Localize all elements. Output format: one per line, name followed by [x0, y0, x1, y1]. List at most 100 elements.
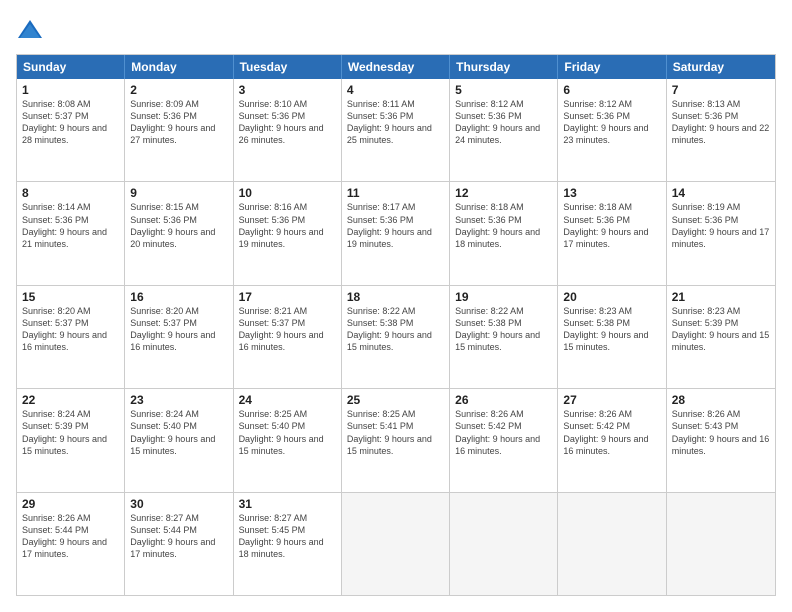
day-number: 22: [22, 393, 119, 407]
sunrise: Sunrise: 8:18 AM: [563, 202, 632, 212]
day-cell-22: 22 Sunrise: 8:24 AM Sunset: 5:39 PM Dayl…: [17, 389, 125, 491]
day-info: Sunrise: 8:25 AM Sunset: 5:40 PM Dayligh…: [239, 408, 336, 457]
sunset: Sunset: 5:37 PM: [130, 318, 197, 328]
empty-cell: [667, 493, 775, 595]
day-info: Sunrise: 8:16 AM Sunset: 5:36 PM Dayligh…: [239, 201, 336, 250]
day-number: 25: [347, 393, 444, 407]
sunrise: Sunrise: 8:14 AM: [22, 202, 91, 212]
daylight: Daylight: 9 hours and 23 minutes.: [563, 123, 648, 145]
daylight: Daylight: 9 hours and 15 minutes.: [130, 434, 215, 456]
day-info: Sunrise: 8:23 AM Sunset: 5:39 PM Dayligh…: [672, 305, 770, 354]
day-info: Sunrise: 8:14 AM Sunset: 5:36 PM Dayligh…: [22, 201, 119, 250]
sunset: Sunset: 5:36 PM: [672, 215, 739, 225]
day-cell-25: 25 Sunrise: 8:25 AM Sunset: 5:41 PM Dayl…: [342, 389, 450, 491]
day-number: 17: [239, 290, 336, 304]
day-number: 8: [22, 186, 119, 200]
weekday-header-tuesday: Tuesday: [234, 55, 342, 79]
daylight: Daylight: 9 hours and 25 minutes.: [347, 123, 432, 145]
daylight: Daylight: 9 hours and 16 minutes.: [672, 434, 770, 456]
daylight: Daylight: 9 hours and 20 minutes.: [130, 227, 215, 249]
day-info: Sunrise: 8:18 AM Sunset: 5:36 PM Dayligh…: [455, 201, 552, 250]
sunset: Sunset: 5:36 PM: [347, 215, 414, 225]
day-cell-14: 14 Sunrise: 8:19 AM Sunset: 5:36 PM Dayl…: [667, 182, 775, 284]
day-info: Sunrise: 8:20 AM Sunset: 5:37 PM Dayligh…: [22, 305, 119, 354]
day-cell-30: 30 Sunrise: 8:27 AM Sunset: 5:44 PM Dayl…: [125, 493, 233, 595]
sunset: Sunset: 5:45 PM: [239, 525, 306, 535]
daylight: Daylight: 9 hours and 26 minutes.: [239, 123, 324, 145]
day-number: 9: [130, 186, 227, 200]
empty-cell: [450, 493, 558, 595]
calendar-row-4: 22 Sunrise: 8:24 AM Sunset: 5:39 PM Dayl…: [17, 388, 775, 491]
day-number: 3: [239, 83, 336, 97]
sunrise: Sunrise: 8:17 AM: [347, 202, 416, 212]
day-cell-12: 12 Sunrise: 8:18 AM Sunset: 5:36 PM Dayl…: [450, 182, 558, 284]
day-cell-28: 28 Sunrise: 8:26 AM Sunset: 5:43 PM Dayl…: [667, 389, 775, 491]
weekday-header-thursday: Thursday: [450, 55, 558, 79]
sunrise: Sunrise: 8:23 AM: [672, 306, 741, 316]
sunset: Sunset: 5:38 PM: [563, 318, 630, 328]
sunset: Sunset: 5:37 PM: [239, 318, 306, 328]
sunrise: Sunrise: 8:22 AM: [455, 306, 524, 316]
day-number: 23: [130, 393, 227, 407]
sunrise: Sunrise: 8:26 AM: [672, 409, 741, 419]
daylight: Daylight: 9 hours and 15 minutes.: [672, 330, 770, 352]
sunset: Sunset: 5:36 PM: [239, 215, 306, 225]
sunrise: Sunrise: 8:08 AM: [22, 99, 91, 109]
daylight: Daylight: 9 hours and 21 minutes.: [22, 227, 107, 249]
day-cell-21: 21 Sunrise: 8:23 AM Sunset: 5:39 PM Dayl…: [667, 286, 775, 388]
sunset: Sunset: 5:37 PM: [22, 318, 89, 328]
sunrise: Sunrise: 8:19 AM: [672, 202, 741, 212]
day-number: 20: [563, 290, 660, 304]
sunrise: Sunrise: 8:16 AM: [239, 202, 308, 212]
sunrise: Sunrise: 8:12 AM: [563, 99, 632, 109]
day-cell-18: 18 Sunrise: 8:22 AM Sunset: 5:38 PM Dayl…: [342, 286, 450, 388]
sunrise: Sunrise: 8:20 AM: [130, 306, 199, 316]
daylight: Daylight: 9 hours and 16 minutes.: [239, 330, 324, 352]
calendar-row-1: 1 Sunrise: 8:08 AM Sunset: 5:37 PM Dayli…: [17, 79, 775, 181]
calendar-row-5: 29 Sunrise: 8:26 AM Sunset: 5:44 PM Dayl…: [17, 492, 775, 595]
day-info: Sunrise: 8:19 AM Sunset: 5:36 PM Dayligh…: [672, 201, 770, 250]
day-cell-31: 31 Sunrise: 8:27 AM Sunset: 5:45 PM Dayl…: [234, 493, 342, 595]
sunset: Sunset: 5:36 PM: [130, 111, 197, 121]
day-info: Sunrise: 8:22 AM Sunset: 5:38 PM Dayligh…: [347, 305, 444, 354]
day-cell-15: 15 Sunrise: 8:20 AM Sunset: 5:37 PM Dayl…: [17, 286, 125, 388]
empty-cell: [558, 493, 666, 595]
sunrise: Sunrise: 8:13 AM: [672, 99, 741, 109]
daylight: Daylight: 9 hours and 18 minutes.: [239, 537, 324, 559]
sunset: Sunset: 5:36 PM: [130, 215, 197, 225]
daylight: Daylight: 9 hours and 24 minutes.: [455, 123, 540, 145]
day-number: 13: [563, 186, 660, 200]
sunrise: Sunrise: 8:15 AM: [130, 202, 199, 212]
day-cell-6: 6 Sunrise: 8:12 AM Sunset: 5:36 PM Dayli…: [558, 79, 666, 181]
day-cell-16: 16 Sunrise: 8:20 AM Sunset: 5:37 PM Dayl…: [125, 286, 233, 388]
day-info: Sunrise: 8:27 AM Sunset: 5:44 PM Dayligh…: [130, 512, 227, 561]
daylight: Daylight: 9 hours and 15 minutes.: [563, 330, 648, 352]
logo-icon: [16, 16, 44, 44]
daylight: Daylight: 9 hours and 18 minutes.: [455, 227, 540, 249]
sunset: Sunset: 5:36 PM: [239, 111, 306, 121]
day-number: 14: [672, 186, 770, 200]
sunrise: Sunrise: 8:21 AM: [239, 306, 308, 316]
daylight: Daylight: 9 hours and 19 minutes.: [239, 227, 324, 249]
day-number: 24: [239, 393, 336, 407]
day-number: 21: [672, 290, 770, 304]
calendar-body: 1 Sunrise: 8:08 AM Sunset: 5:37 PM Dayli…: [17, 79, 775, 595]
day-number: 12: [455, 186, 552, 200]
sunrise: Sunrise: 8:11 AM: [347, 99, 415, 109]
day-cell-10: 10 Sunrise: 8:16 AM Sunset: 5:36 PM Dayl…: [234, 182, 342, 284]
sunset: Sunset: 5:36 PM: [347, 111, 414, 121]
sunset: Sunset: 5:41 PM: [347, 421, 414, 431]
day-cell-4: 4 Sunrise: 8:11 AM Sunset: 5:36 PM Dayli…: [342, 79, 450, 181]
day-cell-3: 3 Sunrise: 8:10 AM Sunset: 5:36 PM Dayli…: [234, 79, 342, 181]
weekday-header-wednesday: Wednesday: [342, 55, 450, 79]
calendar-row-2: 8 Sunrise: 8:14 AM Sunset: 5:36 PM Dayli…: [17, 181, 775, 284]
daylight: Daylight: 9 hours and 15 minutes.: [347, 434, 432, 456]
day-number: 16: [130, 290, 227, 304]
sunset: Sunset: 5:40 PM: [130, 421, 197, 431]
day-info: Sunrise: 8:26 AM Sunset: 5:43 PM Dayligh…: [672, 408, 770, 457]
day-info: Sunrise: 8:09 AM Sunset: 5:36 PM Dayligh…: [130, 98, 227, 147]
day-cell-29: 29 Sunrise: 8:26 AM Sunset: 5:44 PM Dayl…: [17, 493, 125, 595]
day-cell-11: 11 Sunrise: 8:17 AM Sunset: 5:36 PM Dayl…: [342, 182, 450, 284]
sunset: Sunset: 5:36 PM: [455, 215, 522, 225]
page: SundayMondayTuesdayWednesdayThursdayFrid…: [0, 0, 792, 612]
